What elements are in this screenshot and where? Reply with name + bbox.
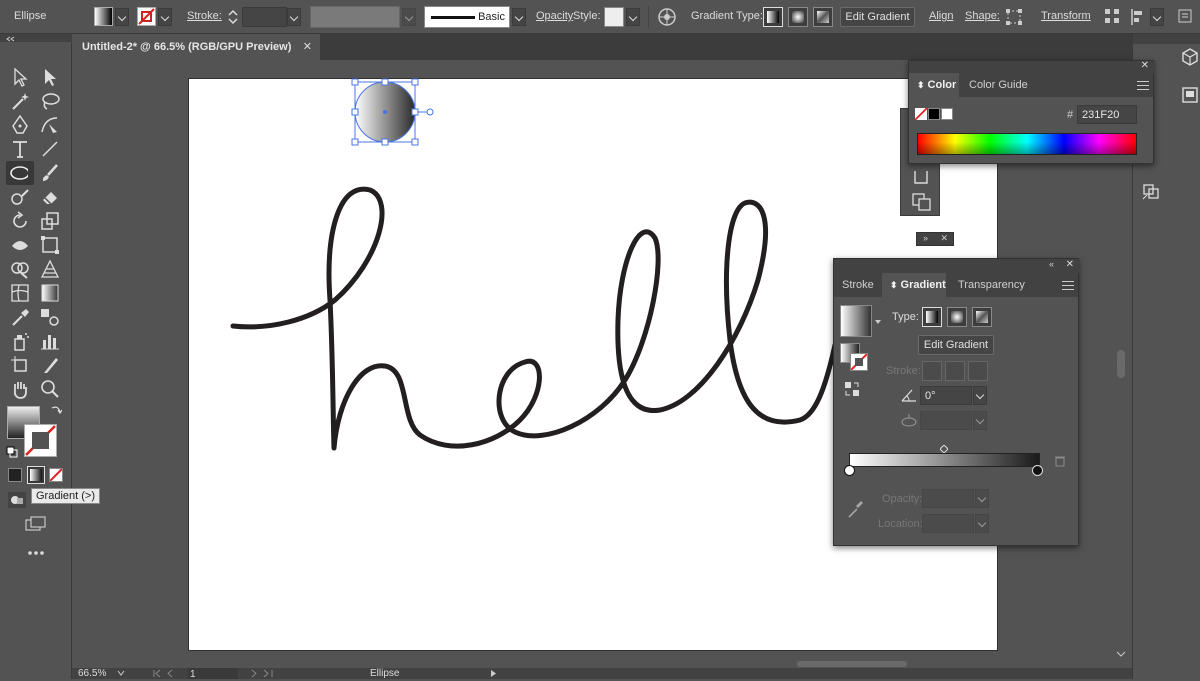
stop-opacity-input[interactable] xyxy=(922,489,974,508)
collapse-panel-icon[interactable]: « xyxy=(1049,259,1054,269)
current-tool-name: Ellipse xyxy=(370,668,400,679)
none-swatch[interactable] xyxy=(914,107,928,121)
apply-within-stroke-button[interactable] xyxy=(922,361,942,381)
color-panel-tabs: ⬍ Color Color Guide xyxy=(909,73,1153,97)
white-swatch[interactable] xyxy=(941,108,953,120)
layers-panel-icon[interactable] xyxy=(912,193,932,211)
apply-along-stroke-button[interactable] xyxy=(945,361,965,381)
artboard-prev-nav[interactable] xyxy=(152,669,188,678)
gradient-panel-tabs: Stroke ⬍ Gradient Transparency xyxy=(834,273,1078,297)
tab-stroke[interactable]: Stroke xyxy=(834,273,882,297)
libraries-panel-icon[interactable] xyxy=(1181,48,1199,66)
aspect-ratio-icon xyxy=(900,413,918,429)
gradient-panel-menu-icon[interactable] xyxy=(1062,281,1074,290)
angle-icon xyxy=(900,387,918,403)
angle-input[interactable]: 0° xyxy=(920,386,972,405)
horizontal-scrollbar[interactable] xyxy=(72,660,1132,668)
artboard-number: 1 xyxy=(190,669,196,680)
artboard-next-nav[interactable] xyxy=(248,669,284,678)
hex-prefix: # xyxy=(1067,109,1074,121)
properties-panel-icon[interactable] xyxy=(1181,86,1199,104)
color-panel-swatches xyxy=(914,107,953,121)
panel-edit-gradient-button[interactable]: Edit Gradient xyxy=(918,335,994,355)
hello-script-path[interactable] xyxy=(230,186,838,451)
zoom-dropdown[interactable] xyxy=(116,669,126,678)
gradient-eyedropper-icon[interactable] xyxy=(846,499,864,519)
gradient-panel: « ✕ Stroke ⬍ Gradient Transparency Type: … xyxy=(833,258,1080,546)
stop-opacity-dropdown[interactable] xyxy=(975,489,989,508)
vertical-scroll-thumb[interactable] xyxy=(1117,350,1125,378)
panel-radial-gradient-button[interactable] xyxy=(947,307,967,327)
delete-stop-icon[interactable] xyxy=(1054,455,1066,467)
aspect-ratio-input[interactable] xyxy=(920,411,972,430)
stop-location-input[interactable] xyxy=(922,514,974,533)
artboards-panel-icon[interactable] xyxy=(913,171,929,185)
transform-panel-icon[interactable] xyxy=(1141,180,1161,200)
color-panel: ✕ ⬍ Color Color Guide # 231F20 xyxy=(908,60,1155,164)
stroke-label: Stroke: xyxy=(886,365,921,377)
panel-linear-gradient-button[interactable] xyxy=(922,307,942,327)
gradient-preview-swatch[interactable] xyxy=(840,305,872,337)
scroll-down-icon[interactable] xyxy=(1116,650,1126,658)
gradient-stroke-indicator[interactable] xyxy=(850,353,868,371)
tab-color[interactable]: ⬍ Color xyxy=(909,73,959,97)
angle-value: 0° xyxy=(925,390,936,402)
gradient-panel-titlebar[interactable]: « ✕ xyxy=(834,259,1080,273)
tab-transparency[interactable]: Transparency xyxy=(950,273,1033,297)
expand-panels-icon[interactable]: » xyxy=(923,233,928,243)
black-swatch[interactable] xyxy=(928,108,940,120)
status-menu-arrow[interactable] xyxy=(490,669,498,678)
gradient-panel-close-icon[interactable]: ✕ xyxy=(1066,259,1074,270)
color-panel-close-icon[interactable]: ✕ xyxy=(1141,60,1149,71)
floating-panel-close-icon[interactable]: ✕ xyxy=(940,233,948,244)
color-panel-titlebar[interactable]: ✕ xyxy=(909,60,1155,73)
aspect-ratio-dropdown[interactable] xyxy=(973,411,987,430)
location-label: Location: xyxy=(878,518,923,530)
panel-freeform-gradient-button[interactable] xyxy=(972,307,992,327)
color-panel-menu-icon[interactable] xyxy=(1137,81,1149,90)
status-bar: 66.5% 1 Ellipse xyxy=(72,668,1132,680)
angle-dropdown[interactable] xyxy=(973,386,987,405)
tab-color-guide[interactable]: Color Guide xyxy=(961,73,1036,97)
reverse-fill-stroke-icon[interactable] xyxy=(844,381,860,397)
gradient-stop-black[interactable] xyxy=(1032,465,1043,476)
tab-gradient[interactable]: ⬍ Gradient xyxy=(882,273,946,297)
type-label: Type: xyxy=(892,311,919,323)
color-spectrum[interactable] xyxy=(917,133,1137,155)
stop-location-dropdown[interactable] xyxy=(975,514,989,533)
apply-across-stroke-button[interactable] xyxy=(968,361,988,381)
zoom-level[interactable]: 66.5% xyxy=(78,668,106,679)
dock-header[interactable] xyxy=(1133,34,1200,44)
opacity-label: Opacity: xyxy=(882,493,923,505)
gradient-midpoint[interactable] xyxy=(939,444,949,454)
hex-value: 231F20 xyxy=(1082,109,1120,121)
gradient-presets-dropdown[interactable] xyxy=(874,317,882,325)
horizontal-scroll-thumb[interactable] xyxy=(797,661,907,667)
hex-input[interactable]: 231F20 xyxy=(1077,105,1137,124)
floating-panel-header[interactable]: » ✕ xyxy=(916,232,954,246)
gradient-stop-white[interactable] xyxy=(844,465,855,476)
gradient-slider[interactable] xyxy=(849,453,1040,467)
artboard-number-field[interactable]: 1 xyxy=(188,668,238,680)
